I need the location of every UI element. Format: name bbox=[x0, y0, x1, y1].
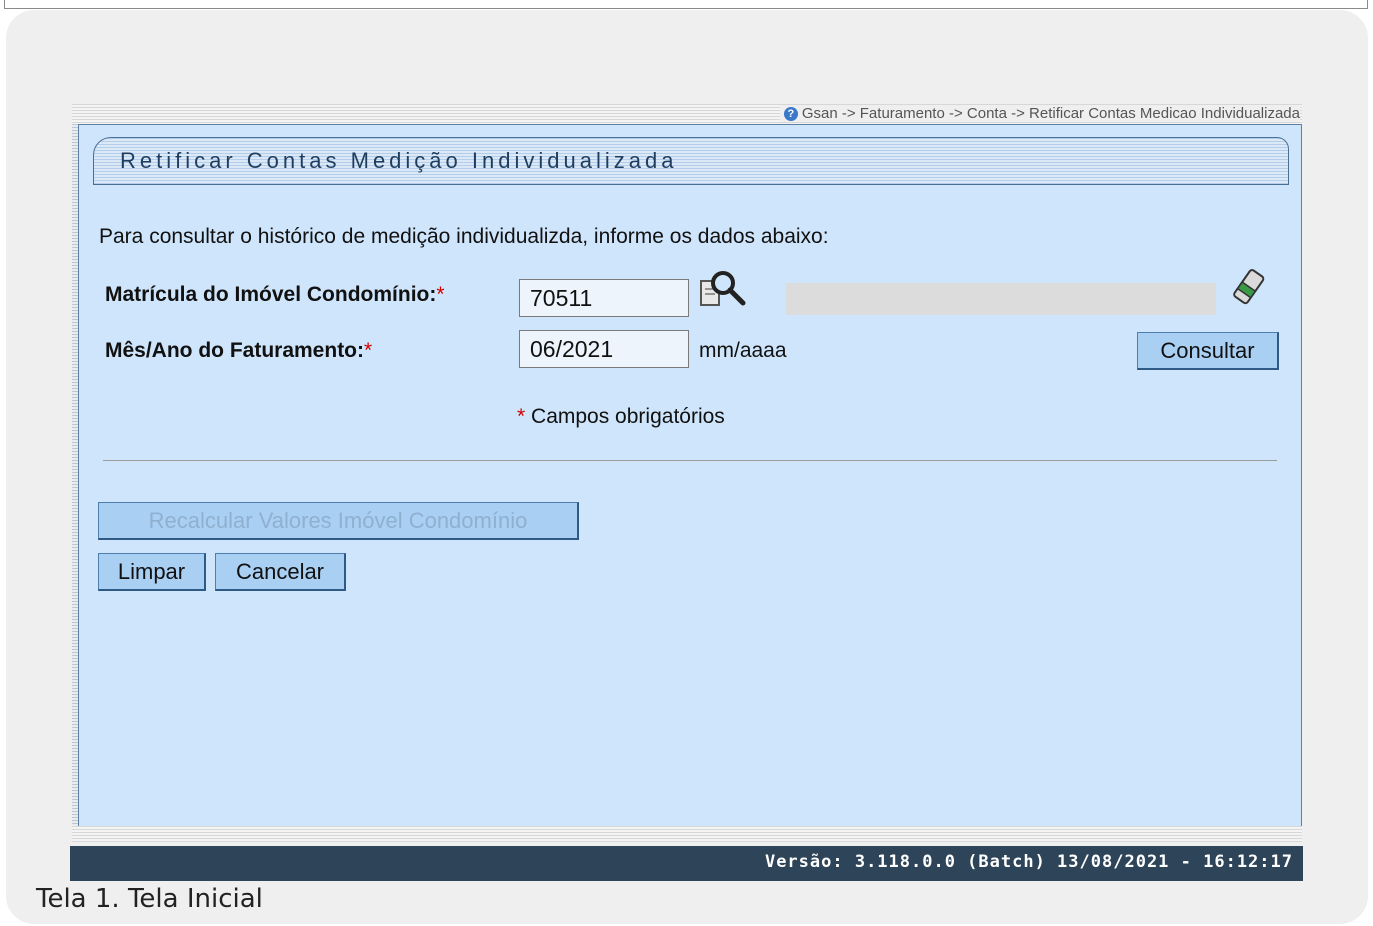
required-mark: * bbox=[436, 283, 445, 306]
mes-ano-format-hint: mm/aaaa bbox=[699, 339, 787, 362]
required-mark: * bbox=[364, 339, 373, 362]
panel-title-bar: Retificar Contas Medição Individualizada bbox=[93, 137, 1289, 185]
limpar-button[interactable]: Limpar bbox=[98, 553, 206, 591]
cancelar-button[interactable]: Cancelar bbox=[215, 553, 346, 591]
matricula-input[interactable] bbox=[519, 279, 689, 317]
figure-caption: Tela 1. Tela Inicial bbox=[36, 884, 263, 914]
required-note-text: Campos obrigatórios bbox=[531, 405, 725, 428]
required-note: * Campos obrigatórios bbox=[517, 405, 725, 429]
breadcrumb: ? Gsan -> Faturamento -> Conta -> Retifi… bbox=[779, 105, 1300, 122]
required-mark: * bbox=[517, 405, 526, 428]
instructions-text: Para consultar o histórico de medição in… bbox=[99, 225, 829, 248]
mes-ano-label-text: Mês/Ano do Faturamento: bbox=[105, 339, 365, 362]
search-icon[interactable] bbox=[699, 269, 747, 318]
help-icon[interactable]: ? bbox=[783, 106, 798, 121]
mes-ano-input[interactable] bbox=[519, 330, 689, 368]
mes-ano-label: Mês/Ano do Faturamento:* bbox=[105, 339, 372, 363]
form-panel: Retificar Contas Medição Individualizada… bbox=[78, 124, 1302, 828]
version-text: Versão: 3.118.0.0 (Batch) 13/08/2021 - 1… bbox=[764, 852, 1293, 872]
consultar-button[interactable]: Consultar bbox=[1137, 332, 1279, 370]
divider bbox=[103, 460, 1277, 461]
breadcrumb-strip: ? Gsan -> Faturamento -> Conta -> Retifi… bbox=[72, 104, 1302, 124]
matricula-label-text: Matrícula do Imóvel Condomínio: bbox=[105, 283, 437, 306]
bottom-strip bbox=[72, 826, 1302, 842]
imovel-description-field bbox=[786, 283, 1216, 315]
top-frame-border bbox=[4, 0, 1368, 9]
panel-title: Retificar Contas Medição Individualizada bbox=[120, 148, 678, 173]
matricula-label: Matrícula do Imóvel Condomínio:* bbox=[105, 283, 445, 307]
eraser-icon[interactable] bbox=[1231, 267, 1267, 314]
breadcrumb-text: Gsan -> Faturamento -> Conta -> Retifica… bbox=[801, 105, 1300, 122]
version-footer: Versão: 3.118.0.0 (Batch) 13/08/2021 - 1… bbox=[70, 846, 1303, 881]
recalcular-button[interactable]: Recalcular Valores Imóvel Condomínio bbox=[98, 502, 579, 540]
